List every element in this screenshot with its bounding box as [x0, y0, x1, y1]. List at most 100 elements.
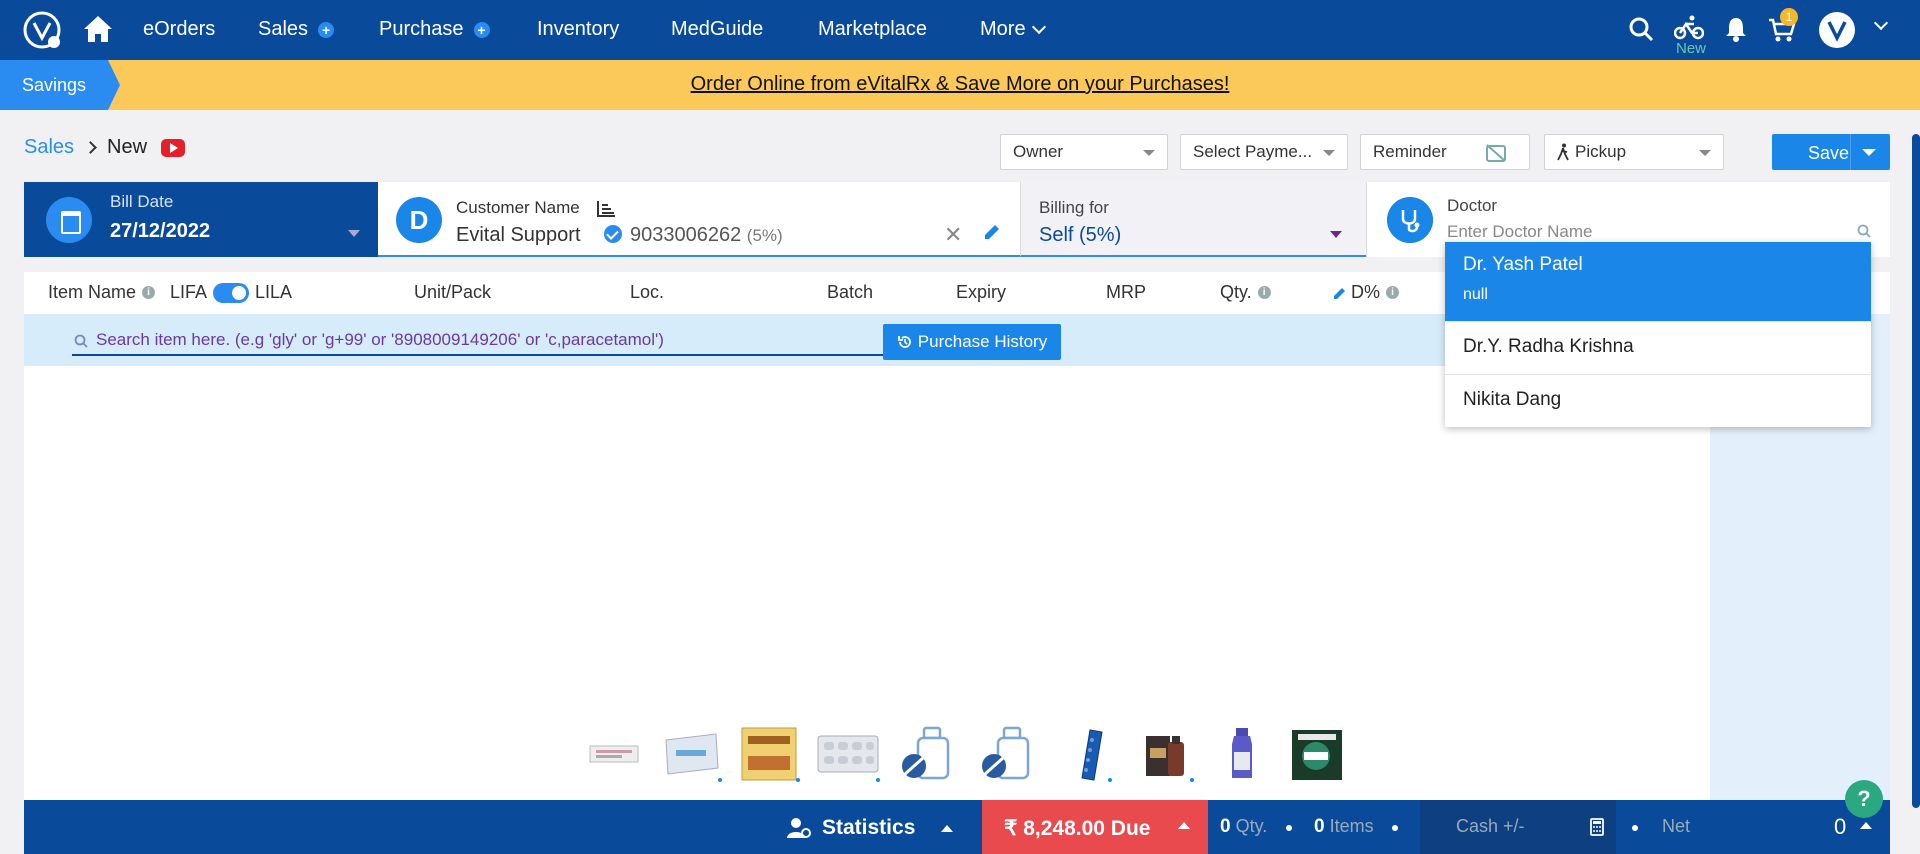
edit-pencil-icon[interactable]	[982, 222, 1002, 242]
walking-icon	[1557, 143, 1569, 161]
doctor-label: Doctor	[1447, 196, 1498, 215]
tablet-box-icon	[741, 727, 800, 782]
due-amount[interactable]: ₹ 8,248.00 Due	[982, 800, 1208, 854]
help-button[interactable]: ?	[1845, 780, 1883, 818]
info-icon[interactable]: i	[1257, 286, 1271, 299]
doctor-option[interactable]: Dr.Y. Radha Krishna	[1445, 322, 1871, 375]
account-chevron-icon[interactable]	[1873, 15, 1889, 31]
blue-strip-icon	[1081, 729, 1112, 782]
blister-pack-icon	[665, 733, 722, 782]
page-scrollbar[interactable]	[1912, 134, 1920, 808]
tablet-strip-icon	[589, 745, 639, 763]
lifa-lila-toggle[interactable]: LIFA LILA	[170, 282, 292, 303]
add-purchase-icon[interactable]: +	[473, 21, 490, 38]
statistics-toggle[interactable]: Statistics	[786, 816, 954, 840]
medicine-bottle-icon	[982, 726, 1030, 780]
youtube-icon[interactable]	[161, 138, 186, 157]
billing-for-select[interactable]: Billing for Self (5%)	[1020, 182, 1366, 257]
verified-icon	[604, 225, 622, 243]
col-expiry: Expiry	[956, 282, 1007, 302]
caret-up-icon[interactable]	[1860, 822, 1872, 829]
customer-panel: D Customer Name Evital Support 903300626…	[378, 182, 1020, 257]
caret-up-icon	[941, 824, 954, 832]
bill-date-panel[interactable]: Bill Date 27/12/2022	[24, 182, 378, 257]
net-label: Net	[1662, 816, 1691, 836]
calculator-icon[interactable]	[1590, 818, 1604, 836]
customer-name[interactable]: Evital Support	[456, 224, 581, 247]
save-button[interactable]: Save	[1772, 134, 1890, 170]
stethoscope-icon	[1387, 197, 1433, 243]
history-icon	[897, 336, 911, 348]
nav-sales[interactable]: Sales +	[258, 18, 335, 41]
bottom-summary-bar: Statistics ₹ 8,248.00 Due 0 Qty. 0 Items…	[24, 800, 1890, 854]
doctor-option[interactable]: Nikita Dang	[1445, 375, 1871, 427]
nav-inventory[interactable]: Inventory	[537, 18, 619, 41]
edit-pencil-icon[interactable]	[1332, 285, 1348, 301]
col-batch: Batch	[827, 282, 874, 302]
nav-marketplace[interactable]: Marketplace	[818, 18, 927, 41]
caret-down-icon	[1330, 231, 1342, 238]
save-options-icon[interactable]	[1862, 149, 1876, 156]
chevron-right-icon	[84, 141, 97, 154]
bell-icon[interactable]	[1724, 16, 1748, 42]
caret-down-icon	[348, 230, 360, 237]
caret-down-icon	[1699, 150, 1711, 156]
search-icon	[1857, 224, 1871, 238]
list-icon[interactable]	[596, 200, 616, 218]
top-navbar: eOrders Sales + Purchase + Inventory MedGu…	[0, 0, 1920, 60]
syrup-bottle-icon	[1232, 728, 1252, 778]
purchase-history-button[interactable]: Purchase History	[883, 324, 1061, 360]
savings-banner: Savings Order Online from eVitalRx & Sav…	[0, 60, 1920, 110]
doctor-name-input[interactable]	[1447, 222, 1871, 242]
customer-label: Customer Name	[456, 198, 580, 217]
reminder-select[interactable]: Reminder	[1360, 134, 1530, 170]
billing-for-value: Self (5%)	[1039, 224, 1122, 246]
caret-down-icon	[1323, 150, 1335, 156]
pickup-select[interactable]: Pickup	[1544, 134, 1724, 170]
syrup-box-icon	[1146, 736, 1194, 782]
medicine-bottle-icon	[902, 726, 950, 780]
nav-eorders[interactable]: eOrders	[143, 18, 215, 41]
owner-select[interactable]: Owner	[1000, 134, 1168, 170]
user-stats-icon	[787, 818, 811, 838]
clear-customer-icon[interactable]: ✕	[944, 222, 962, 248]
doctor-dropdown: Dr. Yash Patel null Dr.Y. Radha Krishna …	[1445, 242, 1871, 427]
reminder-off-icon	[1486, 144, 1506, 162]
col-unit-pack: Unit/Pack	[414, 282, 492, 302]
nav-more[interactable]: More	[980, 18, 1046, 41]
items-total: 0 Items	[1314, 816, 1374, 837]
savings-link[interactable]: Order Online from eVitalRx & Save More o…	[0, 73, 1920, 96]
info-icon[interactable]: i	[142, 286, 156, 299]
col-qty: Qty. i	[1220, 282, 1271, 303]
logo-icon[interactable]	[22, 10, 62, 50]
capsule-blister-icon	[817, 735, 880, 782]
col-item-name: Item Name i	[48, 282, 156, 303]
payment-select[interactable]: Select Payme...	[1180, 134, 1348, 170]
breadcrumb-sales[interactable]: Sales	[24, 136, 74, 159]
col-mrp: MRP	[1106, 282, 1146, 302]
breadcrumb-current: New	[107, 136, 148, 158]
caret-down-icon	[1143, 150, 1155, 156]
doctor-option[interactable]: Dr. Yash Patel null	[1445, 242, 1871, 322]
search-icon[interactable]	[1628, 16, 1654, 42]
home-icon[interactable]	[82, 14, 114, 44]
cash-adjust-field[interactable]: Cash +/-	[1420, 800, 1616, 854]
toggle-switch[interactable]	[213, 282, 250, 303]
delivery-new-tag: New	[1676, 40, 1707, 57]
avatar-icon[interactable]	[1818, 11, 1856, 49]
customer-phone: 9033006262 (5%)	[630, 224, 783, 246]
qty-total: 0 Qty.	[1220, 816, 1268, 837]
info-icon[interactable]: i	[1386, 286, 1400, 299]
cart-count-badge: 1	[1780, 8, 1798, 26]
caret-up-icon	[1178, 822, 1190, 829]
add-sale-icon[interactable]: +	[318, 21, 335, 38]
bike-icon[interactable]	[1674, 14, 1704, 40]
calendar-icon	[46, 197, 92, 243]
customer-avatar: D	[396, 197, 442, 243]
nav-purchase[interactable]: Purchase +	[379, 18, 490, 41]
nav-medguide[interactable]: MedGuide	[671, 18, 763, 41]
billing-for-label: Billing for	[1039, 198, 1109, 217]
product-box-icon	[1292, 730, 1342, 780]
net-value: 0	[1834, 814, 1847, 839]
breadcrumb: Sales New	[24, 136, 186, 159]
